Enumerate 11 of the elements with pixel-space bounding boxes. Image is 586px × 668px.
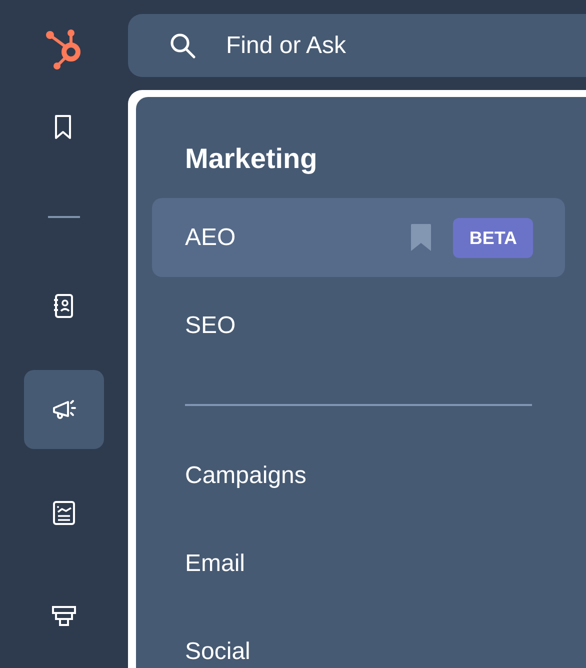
search-field[interactable]: Find or Ask (128, 14, 586, 77)
menu-item[interactable]: Campaigns (152, 436, 565, 515)
menu-title: Marketing (184, 142, 318, 176)
menu-item[interactable]: AEO BETA (152, 198, 565, 277)
search-icon (168, 31, 198, 61)
menu-item[interactable]: Social (152, 612, 565, 668)
beta-badge: BETA (453, 218, 533, 258)
menu-item[interactable]: Email (152, 524, 565, 603)
menu-item[interactable]: SEO (152, 286, 565, 365)
nav-button[interactable] (24, 370, 104, 450)
report-chart-icon (51, 500, 77, 526)
